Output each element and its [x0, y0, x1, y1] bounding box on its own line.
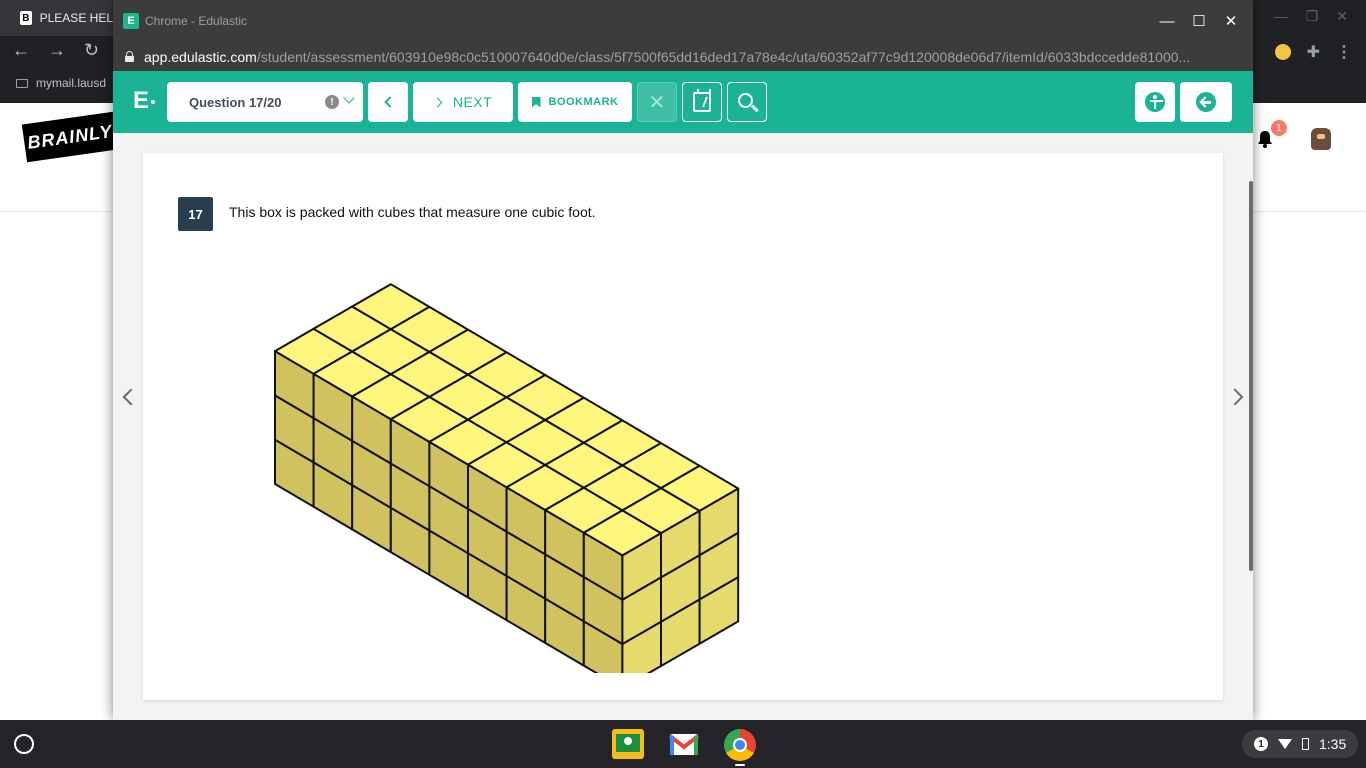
background-nav: ← → ↻ — [12, 40, 99, 61]
accessibility-icon — [1145, 92, 1165, 112]
launcher-icon[interactable] — [14, 734, 34, 754]
lock-icon — [125, 51, 134, 62]
background-tab[interactable]: B PLEASE HEL — [0, 0, 113, 36]
close-icon[interactable]: ✕ — [1336, 8, 1348, 25]
bookmark-button[interactable]: BOOKMARK — [518, 82, 632, 122]
info-icon: ! — [325, 95, 339, 109]
next-question-arrow-icon[interactable] — [1226, 388, 1244, 406]
close-button[interactable]: ✕ — [1217, 8, 1245, 34]
google-classroom-icon[interactable] — [612, 729, 644, 759]
chevron-down-icon — [343, 92, 355, 104]
menu-dots-icon[interactable]: ⋮ — [1336, 42, 1352, 62]
minimize-button[interactable]: — — [1153, 8, 1181, 34]
puzzle-icon[interactable]: ✚ — [1307, 42, 1320, 62]
question-card: 17 This box is packed with cubes that me… — [143, 153, 1253, 700]
clock: 1:35 — [1319, 736, 1347, 752]
restore-icon[interactable]: ❐ — [1306, 8, 1319, 25]
folder-icon — [16, 78, 28, 88]
cube-box-figure — [274, 283, 740, 673]
brainly-favicon: B — [20, 11, 32, 25]
tray-notification-badge: 1 — [1254, 737, 1268, 751]
maximize-button[interactable]: ☐ — [1185, 8, 1213, 34]
forward-arrow-icon[interactable]: → — [48, 40, 66, 61]
back-arrow-icon[interactable]: ← — [12, 40, 30, 61]
edulastic-app-icon: E — [123, 13, 139, 29]
minimize-icon[interactable]: — — [1274, 8, 1288, 25]
url-text[interactable]: app.edulastic.com/student/assessment/603… — [144, 49, 1234, 65]
taskbar: 1 1:35 — [0, 720, 1366, 768]
scrollbar[interactable] — [1249, 181, 1253, 571]
background-window-controls: — ❐ ✕ — [1274, 8, 1348, 25]
reload-icon[interactable]: ↻ — [84, 40, 99, 61]
emoji-extension-icon[interactable] — [1274, 44, 1291, 60]
calculator-button[interactable] — [682, 82, 722, 122]
magnifier-button[interactable] — [727, 82, 767, 122]
next-button[interactable]: NEXT — [413, 82, 513, 122]
arrow-left-circle-icon — [1196, 92, 1216, 112]
active-app-indicator — [735, 764, 745, 766]
chrome-icon[interactable] — [724, 729, 756, 761]
avatar[interactable] — [1311, 128, 1331, 150]
calculator-icon — [693, 89, 711, 112]
bookmark-label: BOOKMARK — [548, 96, 619, 108]
battery-icon — [1302, 738, 1309, 750]
background-tab-title: PLEASE HEL — [39, 11, 113, 25]
exit-button[interactable] — [1180, 82, 1232, 122]
question-number: 17 — [178, 197, 213, 231]
answer-eliminator-button[interactable]: ✕ — [637, 82, 677, 122]
edulastic-logo: E — [133, 87, 156, 114]
edulastic-window: E Chrome - Edulastic — ☐ ✕ app.edulastic… — [113, 0, 1253, 720]
question-text: This box is packed with cubes that measu… — [229, 204, 596, 220]
close-x-icon: ✕ — [648, 91, 666, 114]
bookmark-label: mymail.lausd — [36, 76, 107, 90]
window-title: Chrome - Edulastic — [145, 14, 248, 28]
search-icon — [737, 92, 753, 108]
question-area: 17 This box is packed with cubes that me… — [113, 133, 1253, 720]
chevron-right-icon — [432, 97, 443, 107]
question-select[interactable]: Question 17/20 ! — [167, 82, 363, 122]
window-controls: — ☐ ✕ — [1153, 8, 1245, 34]
window-titlebar: E Chrome - Edulastic — ☐ ✕ — [113, 0, 1253, 42]
chevron-left-icon — [384, 96, 396, 108]
url-host: app.edulastic.com — [144, 48, 257, 65]
notification-badge: 1 — [1271, 120, 1287, 136]
prev-question-arrow-icon[interactable] — [122, 388, 140, 406]
next-label: NEXT — [452, 94, 493, 110]
accessibility-button[interactable] — [1135, 82, 1175, 122]
previous-button[interactable] — [368, 82, 408, 122]
assessment-toolbar: E Question 17/20 ! NEXT BOOKMARK ✕ — [113, 71, 1253, 133]
system-tray[interactable]: 1 1:35 — [1242, 730, 1358, 758]
address-bar[interactable]: app.edulastic.com/student/assessment/603… — [113, 42, 1253, 71]
gmail-icon[interactable] — [668, 729, 700, 759]
question-select-label: Question 17/20 — [189, 94, 282, 110]
wifi-icon — [1278, 739, 1292, 749]
url-path: /student/assessment/603910e98c0c51000764… — [256, 48, 1191, 65]
bell-icon[interactable] — [1256, 130, 1274, 148]
bookmark-icon — [531, 96, 541, 108]
bookmark-mymail[interactable]: mymail.lausd — [16, 76, 106, 90]
extensions-area: ✚ ⋮ — [1274, 42, 1352, 62]
